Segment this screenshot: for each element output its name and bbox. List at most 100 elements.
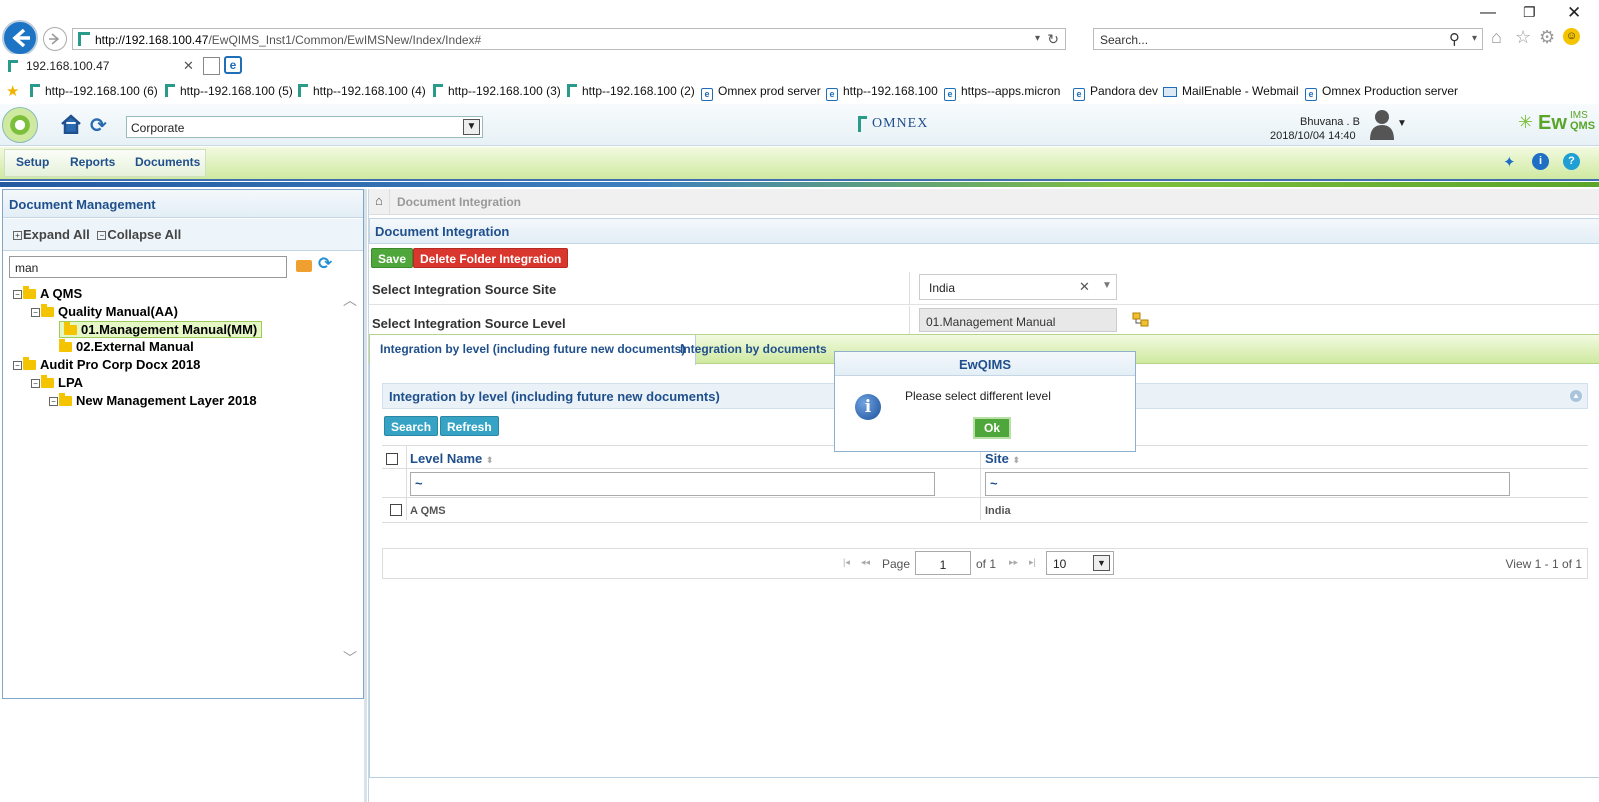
search-icon[interactable]: ⚲ <box>1449 30 1460 48</box>
menu-reports[interactable]: Reports <box>70 155 115 169</box>
collapse-toggle-icon[interactable]: − <box>13 290 22 299</box>
tree-search-input[interactable]: man <box>9 256 287 278</box>
tree-node[interactable]: − Quality Manual(AA) <box>31 303 178 319</box>
favorite-link[interactable]: http--192.168.100 (5) <box>165 84 293 98</box>
favorite-link[interactable]: http--192.168.100 (6) <box>30 84 158 98</box>
tab-integration-by-level[interactable]: Integration by level (including future n… <box>370 335 697 365</box>
refresh-button[interactable]: Refresh <box>440 416 499 436</box>
select-all-checkbox[interactable] <box>386 453 398 465</box>
tree-node[interactable]: − LPA <box>31 375 83 390</box>
prev-page-icon[interactable]: ◂◂ <box>861 557 870 568</box>
favorite-label: Pandora dev <box>1090 84 1159 98</box>
page-size-select[interactable]: 10 ▼ <box>1046 551 1114 575</box>
first-page-icon[interactable]: |◂ <box>843 557 850 568</box>
column-header-site[interactable]: Site ⬍ <box>985 451 1020 466</box>
ewqims-icon <box>8 60 18 72</box>
favorite-link[interactable]: e http--192.168.100 <box>826 84 938 101</box>
ie-icon[interactable]: e <box>224 56 242 74</box>
collapse-toggle-icon[interactable]: − <box>31 379 40 388</box>
pin-icon[interactable]: ✦ <box>1503 153 1516 171</box>
panel-splitter[interactable] <box>364 189 367 802</box>
browser-tab[interactable]: 192.168.100.47 ✕ <box>0 54 200 78</box>
refresh-icon[interactable]: ⟳ <box>90 113 107 138</box>
gear-icon[interactable]: ⚙ <box>1539 27 1555 48</box>
home-icon[interactable]: ⌂ <box>1491 27 1502 48</box>
favorite-link[interactable]: e Omnex prod server <box>701 84 821 101</box>
search-folder-icon[interactable] <box>296 260 312 272</box>
chevron-down-icon[interactable]: ▼ <box>1397 118 1407 129</box>
browser-search[interactable]: Search... ⚲ ▾ <box>1093 28 1483 50</box>
search-button[interactable]: Search <box>384 416 439 436</box>
chevron-down-icon[interactable]: ▼ <box>1102 280 1112 291</box>
app-logo-icon[interactable] <box>2 107 38 143</box>
plus-icon: + <box>13 231 22 240</box>
address-bar[interactable]: http://192.168.100.47/EwQIMS_Inst1/Commo… <box>72 28 1066 50</box>
document-integration-panel: ⌂ Document Integration Document Integrat… <box>368 189 1599 802</box>
home-icon[interactable]: ⌂ <box>375 193 383 208</box>
star-icon[interactable]: ☆ <box>1515 27 1531 48</box>
scroll-down-icon[interactable]: ﹀ <box>343 648 357 668</box>
menu-setup[interactable]: Setup <box>16 155 49 169</box>
close-window-icon[interactable]: ✕ <box>1567 3 1581 23</box>
favorite-link[interactable]: http--192.168.100 (3) <box>433 84 561 98</box>
help-icon[interactable]: ? <box>1563 153 1580 170</box>
chevron-down-icon[interactable]: ▼ <box>463 119 480 135</box>
level-picker-icon[interactable] <box>1132 312 1150 328</box>
menu-documents[interactable]: Documents <box>135 155 200 169</box>
new-tab-icon[interactable] <box>203 57 220 75</box>
smiley-icon[interactable]: ☺ <box>1563 28 1580 45</box>
refresh-icon[interactable]: ↻ <box>1047 31 1059 48</box>
scroll-up-icon[interactable]: ︿ <box>343 290 357 310</box>
back-icon[interactable] <box>2 20 38 56</box>
favorite-link[interactable]: e https--apps.micron <box>944 84 1060 101</box>
save-button[interactable]: Save <box>371 248 414 268</box>
row-checkbox[interactable] <box>390 504 402 516</box>
restore-icon[interactable]: ❐ <box>1523 4 1536 21</box>
info-icon[interactable]: i <box>1532 153 1549 170</box>
favorite-link[interactable]: http--192.168.100 (4) <box>298 84 426 98</box>
cell-site[interactable]: India <box>985 505 1011 517</box>
refresh-icon[interactable]: ⟳ <box>318 254 332 274</box>
page-input[interactable]: 1 <box>915 551 971 575</box>
level-name-filter[interactable]: ~ <box>410 472 935 496</box>
source-site-select[interactable]: India ✕ ▼ <box>919 274 1117 300</box>
clear-icon[interactable]: ✕ <box>1079 279 1090 295</box>
tree-node[interactable]: − New Management Layer 2018 <box>49 392 257 408</box>
tree-scrollbar[interactable]: ︿ ﹀ <box>341 286 361 688</box>
tree-node[interactable]: −02.External Manual <box>49 339 194 354</box>
site-filter[interactable]: ~ <box>985 472 1510 496</box>
source-site-row: Select Integration Source Site India ✕ ▼ <box>369 272 1599 305</box>
collapse-toggle-icon[interactable]: − <box>49 396 58 406</box>
collapse-all-button[interactable]: − Collapse All <box>97 227 181 242</box>
favorite-link[interactable]: e Pandora dev <box>1073 84 1158 101</box>
tree-node-label: A QMS <box>40 286 83 301</box>
close-tab-icon[interactable]: ✕ <box>183 58 194 74</box>
favorite-link[interactable]: http--192.168.100 (2) <box>567 84 695 98</box>
cell-level-name[interactable]: A QMS <box>410 505 446 517</box>
tab-integration-by-documents[interactable]: Integration by documents <box>670 335 837 364</box>
tree-node[interactable]: − Audit Pro Corp Docx 2018 <box>13 357 200 372</box>
collapse-icon[interactable]: ▲ <box>1570 390 1582 402</box>
delete-folder-integration-button[interactable]: Delete Folder Integration <box>413 248 569 268</box>
home-icon[interactable] <box>60 114 82 135</box>
ok-button[interactable]: Ok <box>973 417 1011 439</box>
chevron-down-icon[interactable]: ▼ <box>1093 555 1110 571</box>
minimize-icon[interactable]: — <box>1480 4 1496 22</box>
collapse-toggle-icon[interactable]: − <box>13 361 22 371</box>
favorites-star-icon[interactable]: ★ <box>6 82 19 100</box>
expand-all-button[interactable]: + Expand All <box>13 227 90 242</box>
tree-node[interactable]: −01.Management Manual(MM) <box>49 320 263 338</box>
last-page-icon[interactable]: ▸| <box>1029 557 1036 568</box>
column-header-level-name[interactable]: Level Name ⬍ <box>410 451 493 466</box>
avatar[interactable] <box>1370 108 1394 140</box>
favorite-link[interactable]: e Omnex Production server <box>1305 84 1458 101</box>
chevron-down-icon[interactable]: ▾ <box>1472 33 1477 44</box>
favorite-link[interactable]: MailEnable - Webmail <box>1163 84 1299 98</box>
site-select[interactable]: Corporate ▼ <box>126 116 483 138</box>
next-page-icon[interactable]: ▸▸ <box>1009 557 1018 568</box>
breadcrumb-item[interactable]: Document Integration <box>397 195 521 209</box>
forward-icon[interactable] <box>43 27 67 51</box>
tree-node[interactable]: − A QMS <box>13 286 82 301</box>
dropdown-icon[interactable]: ▾ <box>1035 33 1040 44</box>
collapse-toggle-icon[interactable]: − <box>31 307 40 317</box>
